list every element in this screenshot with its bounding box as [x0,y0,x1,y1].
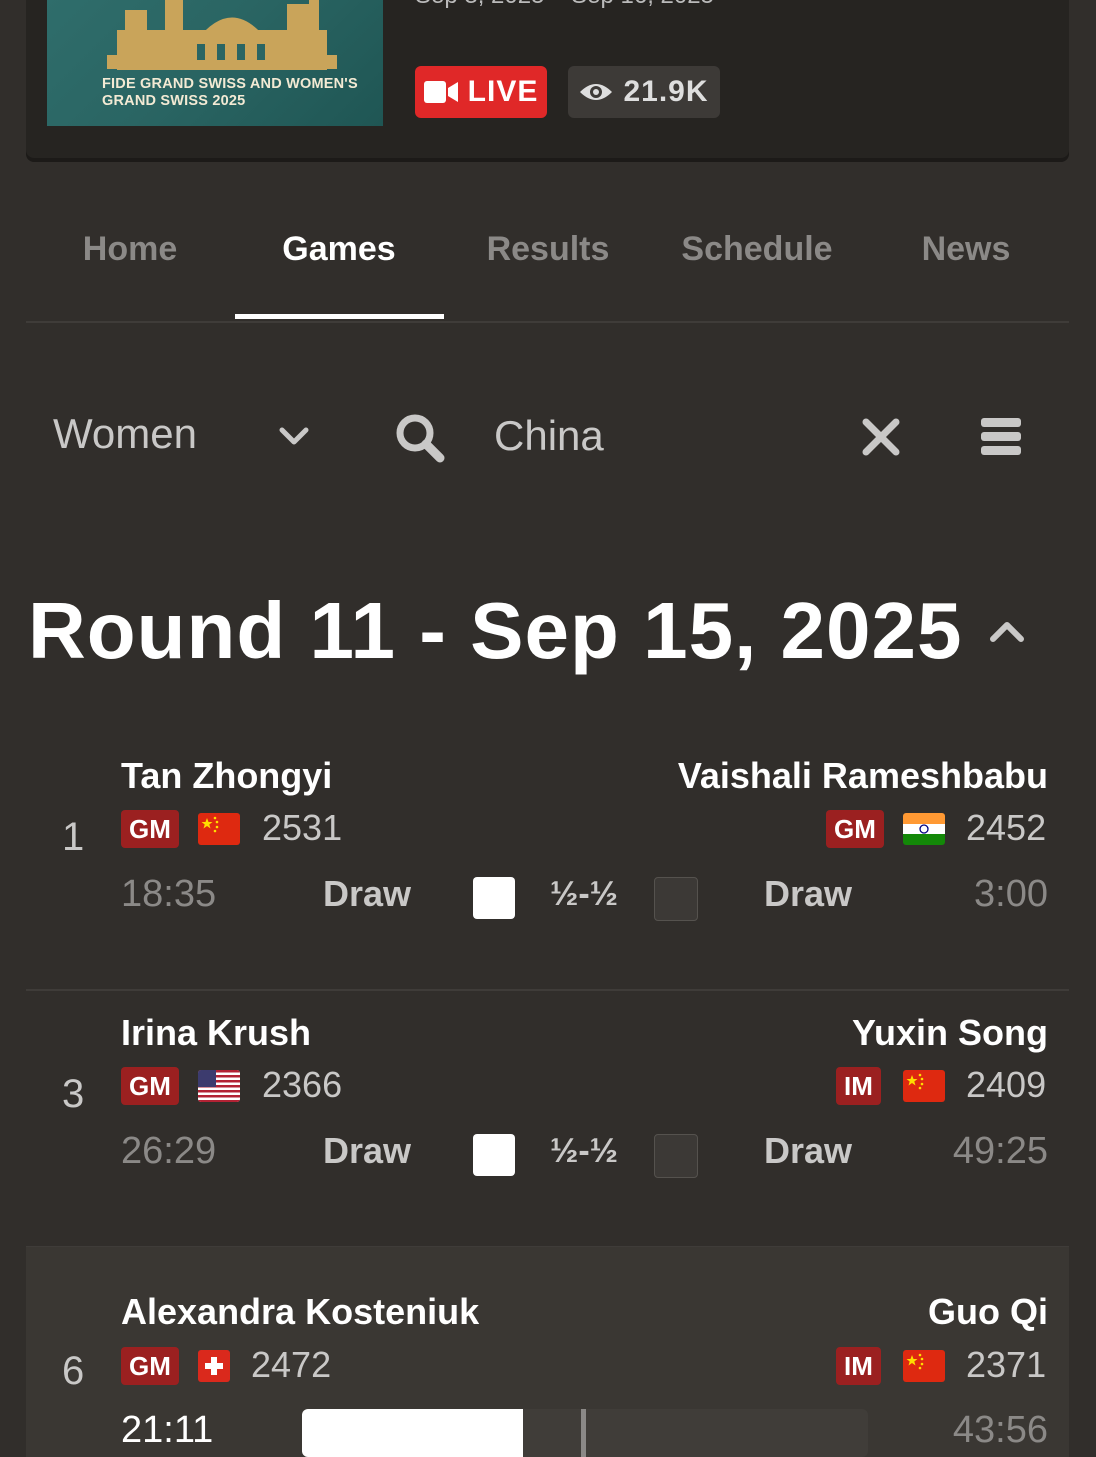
black-clock: 3:00 [974,873,1048,915]
black-result: Draw [764,873,853,914]
china-flag-icon [198,813,240,845]
event-dates: Sep 3, 2025 – Sep 16, 2025 [415,0,714,10]
black-rating: 2371 [966,1344,1047,1385]
live-badge[interactable]: LIVE [415,66,547,118]
black-piece-indicator [654,1134,698,1178]
black-rating: 2409 [966,1064,1047,1105]
white-title-badge: GM [121,1067,179,1105]
china-flag-icon [903,1070,945,1102]
black-clock: 49:25 [952,1130,1048,1172]
game-row[interactable]: 3 Irina Krush Yuxin Song GM 2366 IM 2409… [26,990,1069,1248]
china-flag-icon [903,1350,945,1382]
game-score: ½-½ [550,1132,619,1170]
white-title-badge: GM [121,810,179,848]
white-clock: 21:11 [121,1409,214,1451]
white-title-badge: GM [121,1347,179,1385]
close-icon[interactable] [861,417,901,457]
india-flag-icon [903,813,945,845]
white-piece-indicator [473,877,515,919]
game-row[interactable]: 6 Alexandra Kosteniuk Guo Qi GM 2472 IM … [26,1247,1069,1457]
black-piece-indicator [654,877,698,921]
chevron-up-icon[interactable] [988,617,1026,645]
white-rating: 2531 [262,807,343,848]
usa-flag-icon [198,1070,240,1102]
tab-results[interactable]: Results [444,230,652,269]
event-tabs: Home Games Results Schedule News [26,210,1069,323]
switzerland-flag-icon [198,1350,230,1382]
tab-home[interactable]: Home [26,230,234,269]
black-player-name[interactable]: Yuxin Song [852,1012,1048,1054]
tab-schedule[interactable]: Schedule [653,230,861,269]
board-number: 6 [62,1349,85,1393]
game-row[interactable]: 1 Tan Zhongyi Vaishali Rameshbabu GM 253… [26,733,1069,991]
white-player-name[interactable]: Alexandra Kosteniuk [121,1291,479,1333]
search-input[interactable] [494,408,824,464]
white-clock: 26:29 [121,1130,217,1172]
black-clock: 43:56 [952,1409,1048,1451]
black-title-badge: IM [836,1347,881,1385]
white-player-name[interactable]: Tan Zhongyi [121,755,332,797]
white-result: Draw [323,873,412,914]
event-banner-image[interactable]: FIDE Grand Swiss and Women's Grand Swiss… [47,0,383,126]
game-score: ½-½ [550,875,619,913]
tab-games[interactable]: Games [235,230,443,269]
board-number: 3 [62,1072,85,1116]
live-label: LIVE [467,75,539,108]
event-card: FIDE Grand Swiss and Women's Grand Swiss… [26,0,1069,158]
board-number: 1 [62,815,85,859]
active-tab-indicator [235,314,444,319]
eye-icon [580,84,613,100]
event-banner-text: FIDE Grand Swiss and Women's Grand Swiss… [102,76,358,109]
viewers-badge: 21.9K [568,66,720,118]
black-title-badge: IM [836,1067,881,1105]
tab-news[interactable]: News [862,230,1070,269]
white-piece-indicator [473,1134,515,1176]
round-title[interactable]: Round 11 - Sep 15, 2025 [28,585,962,677]
black-player-name[interactable]: Guo Qi [928,1291,1048,1333]
search-icon[interactable] [394,412,446,464]
black-player-name[interactable]: Vaishali Rameshbabu [678,755,1048,797]
black-result: Draw [764,1130,853,1171]
white-result: Draw [323,1130,412,1171]
white-rating: 2366 [262,1064,343,1105]
white-rating: 2472 [251,1344,332,1385]
list-view-icon[interactable] [980,416,1022,458]
white-clock: 18:35 [121,873,217,915]
white-player-name[interactable]: Irina Krush [121,1012,311,1054]
chevron-down-icon[interactable] [278,418,310,454]
black-title-badge: GM [826,810,884,848]
black-rating: 2452 [966,807,1047,848]
section-select[interactable]: Women [53,410,197,458]
video-camera-icon [423,81,458,103]
viewers-count: 21.9K [623,75,709,108]
